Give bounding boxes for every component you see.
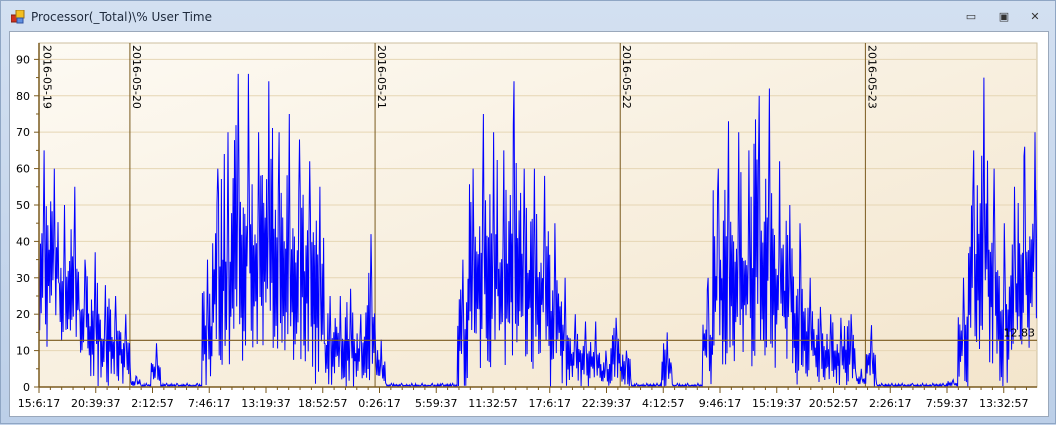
x-tick-label: 20:39:37 — [71, 397, 120, 410]
x-tick-label: 4:12:57 — [642, 397, 684, 410]
y-tick-label: 40 — [16, 235, 30, 248]
x-tick-label: 22:39:37 — [582, 397, 631, 410]
date-marker-label: 2016-05-21 — [375, 45, 388, 109]
x-tick-label: 20:52:57 — [809, 397, 858, 410]
x-tick-label: 15:19:37 — [752, 397, 801, 410]
x-tick-label: 2:12:57 — [131, 397, 173, 410]
x-tick-label: 18:52:57 — [298, 397, 347, 410]
chart: 2016-05-19 2016-05-20 2016-05-21 2016-05-22… — [16, 42, 1038, 410]
x-tick-label: 17:6:17 — [529, 397, 571, 410]
date-marker-label: 2016-05-23 — [865, 45, 878, 109]
x-tick-label: 13:32:57 — [979, 397, 1028, 410]
y-tick-label: 30 — [16, 272, 30, 285]
reference-line-label: 12.83 — [1004, 326, 1036, 339]
x-tick-label: 5:59:37 — [415, 397, 457, 410]
y-tick-label: 20 — [16, 308, 30, 321]
date-marker-label: 2016-05-19 — [41, 45, 54, 109]
x-tick-label: 7:59:37 — [926, 397, 968, 410]
chart-window: Processor(_Total)\% User Time ▭ ▣ ✕ 2016… — [0, 0, 1056, 424]
x-tick-label: 9:46:17 — [699, 397, 741, 410]
x-tick-label: 13:19:37 — [241, 397, 290, 410]
x-tick-label: 15:6:17 — [18, 397, 60, 410]
x-tick-label: 0:26:17 — [358, 397, 400, 410]
y-tick-label: 80 — [16, 90, 30, 103]
x-tick-label: 7:46:17 — [188, 397, 230, 410]
date-marker-label: 2016-05-20 — [130, 45, 143, 109]
y-tick-label: 70 — [16, 126, 30, 139]
y-tick-label: 10 — [16, 345, 30, 358]
date-marker-label: 2016-05-22 — [620, 45, 633, 109]
y-tick-label: 90 — [16, 53, 30, 66]
plot-area — [38, 42, 1038, 388]
y-tick-label: 50 — [16, 199, 30, 212]
y-tick-label: 0 — [23, 381, 30, 394]
x-tick-label: 2:26:17 — [869, 397, 911, 410]
x-tick-label: 11:32:57 — [468, 397, 517, 410]
y-tick-label: 60 — [16, 163, 30, 176]
